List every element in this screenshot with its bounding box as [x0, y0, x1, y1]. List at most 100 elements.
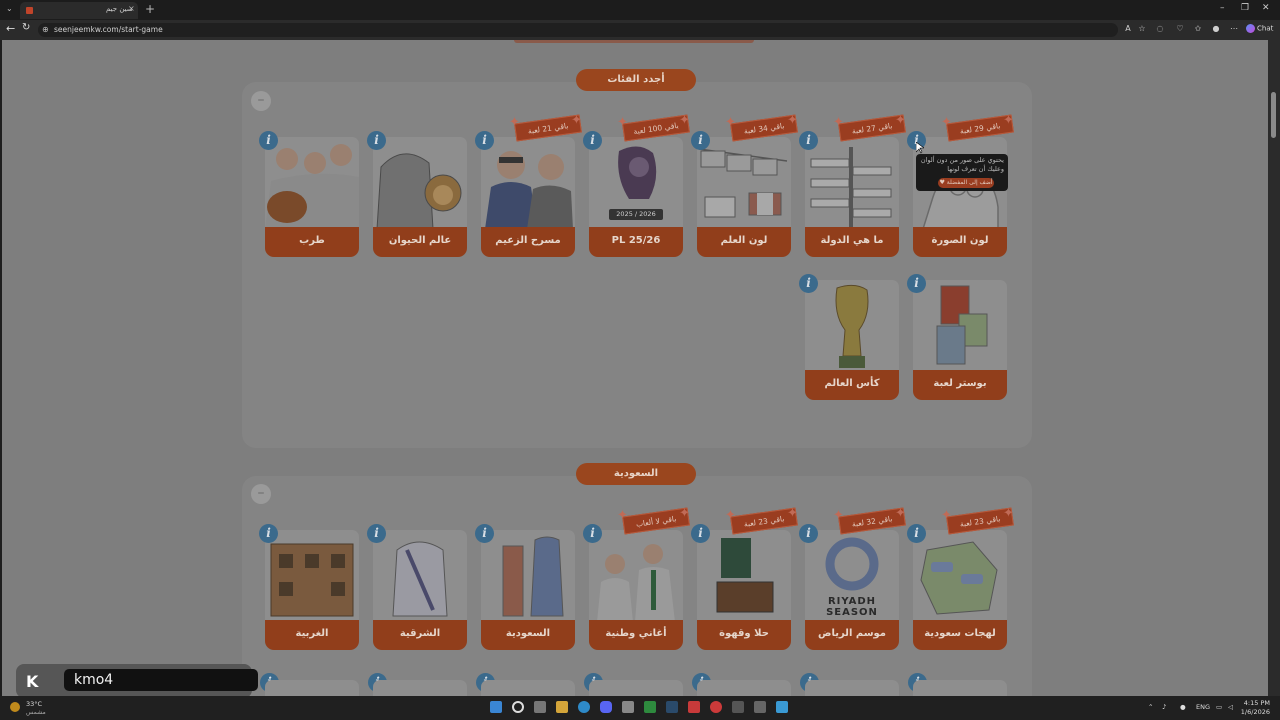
translate-icon[interactable]: A	[1122, 24, 1134, 36]
browser-essentials-icon[interactable]: ♡	[1174, 24, 1186, 36]
category-image	[589, 530, 683, 622]
category-card[interactable]: كأس العالم i	[799, 274, 899, 400]
info-icon[interactable]: i	[907, 524, 926, 543]
back-icon[interactable]: ←	[6, 22, 15, 35]
sparkle-icon: ✦	[787, 506, 798, 521]
system-clock[interactable]: 4:15 PM 1/6/2026	[1238, 699, 1270, 717]
sparkle-icon: ✦	[679, 113, 690, 128]
file-explorer-icon[interactable]	[556, 701, 568, 713]
profile-avatar-icon[interactable]: ●	[1210, 24, 1222, 36]
category-card[interactable]: 2025 / 2026 PL 25/26 i باقي 100 لعبة ✦ ✦	[583, 113, 690, 257]
category-card[interactable]: السعودية i	[475, 524, 575, 650]
category-card[interactable]: مسرح الزعيم i باقي 21 لعبة ✦ ✦	[475, 113, 582, 257]
category-card[interactable]	[589, 680, 683, 696]
category-label: أغاني وطنية	[589, 620, 683, 650]
app-icon[interactable]	[688, 701, 700, 713]
favorite-star-icon[interactable]: ☆	[1136, 24, 1148, 36]
sparkle-icon: ✦	[833, 115, 844, 130]
category-label: بوستر لعبة	[913, 370, 1007, 400]
category-card[interactable]: الغربية i	[259, 524, 359, 650]
info-icon[interactable]: i	[907, 274, 926, 293]
page-viewport[interactable]: أجدد الفئات – السعودية – لون الصورة i با…	[2, 40, 1268, 696]
info-icon[interactable]: i	[259, 131, 278, 150]
language-indicator[interactable]: ENG	[1196, 703, 1210, 711]
category-card[interactable]: الشرقية i	[367, 524, 467, 650]
task-view-icon[interactable]	[534, 701, 546, 713]
tab-list-chevron-icon[interactable]: ⌄	[6, 4, 13, 13]
add-to-favorites-button[interactable]: ♥ أضف إلى المفضلة	[938, 178, 994, 188]
more-menu-icon[interactable]: ⋯	[1228, 24, 1240, 36]
collapse-section-button[interactable]: –	[251, 484, 271, 504]
copilot-icon	[1246, 24, 1255, 33]
info-icon[interactable]: i	[583, 524, 602, 543]
info-icon[interactable]: i	[367, 524, 386, 543]
category-card[interactable]	[913, 680, 1007, 696]
category-card[interactable]: عالم الحيوان i	[367, 131, 467, 257]
category-card[interactable]: طرب i	[259, 131, 359, 257]
close-tab-icon[interactable]: ×	[128, 4, 135, 13]
app-icon[interactable]	[732, 701, 744, 713]
category-card[interactable]: لهجات سعودية i باقي 23 لعبة ✦ ✦	[907, 506, 1014, 650]
info-icon[interactable]: i	[475, 131, 494, 150]
app-icon[interactable]	[776, 701, 788, 713]
collapse-section-button[interactable]: –	[251, 91, 271, 111]
category-card[interactable]: أغاني وطنية i باقي لا ألعاب ✦ ✦	[583, 506, 690, 650]
riyadh-season-logo-text: RIYADH SEASON	[826, 596, 878, 618]
extensions-icon[interactable]: ◌	[1154, 24, 1166, 36]
info-icon[interactable]: i	[691, 524, 710, 543]
mouse-cursor-icon	[916, 142, 924, 154]
address-bar[interactable]: ⊕ seenjeemkw.com/start-game	[38, 23, 1118, 37]
chrome-icon[interactable]	[710, 701, 722, 713]
sparkle-icon: ✦	[725, 115, 736, 130]
close-window-icon[interactable]: ✕	[1262, 3, 1270, 13]
category-label: طرب	[265, 227, 359, 257]
steam-icon[interactable]	[666, 701, 678, 713]
info-icon[interactable]: i	[691, 131, 710, 150]
category-card[interactable]: ما هي الدولة i باقي 27 لعبة ✦ ✦	[799, 113, 906, 257]
discord-icon[interactable]	[600, 701, 612, 713]
category-card[interactable]	[481, 680, 575, 696]
edge-icon[interactable]	[578, 701, 590, 713]
tray-chevron-icon[interactable]: ⌃	[1148, 703, 1153, 711]
category-label: لون الصورة	[913, 227, 1007, 257]
scrollbar-thumb[interactable]	[1271, 92, 1276, 138]
tab-bar: ⌄ سين جيم × + – ❐ ✕	[0, 0, 1280, 20]
info-icon[interactable]: i	[799, 131, 818, 150]
info-icon[interactable]: i	[799, 524, 818, 543]
category-label: الشرقية	[373, 620, 467, 650]
app-icon[interactable]	[754, 701, 766, 713]
new-tab-button[interactable]: +	[145, 2, 155, 16]
info-icon[interactable]: i	[583, 131, 602, 150]
app-icon[interactable]	[622, 701, 634, 713]
network-icon[interactable]: ▭	[1216, 703, 1222, 711]
category-card[interactable]	[265, 680, 359, 696]
start-icon[interactable]	[490, 701, 502, 713]
info-icon[interactable]: i	[475, 524, 494, 543]
page-scrollbar[interactable]	[1268, 40, 1280, 696]
category-label: كأس العالم	[805, 370, 899, 400]
mic-icon[interactable]: ●	[1180, 703, 1186, 711]
restore-icon[interactable]: ❐	[1241, 3, 1249, 13]
reload-icon[interactable]: ↻	[22, 22, 30, 33]
info-icon[interactable]: i	[259, 524, 278, 543]
site-info-icon[interactable]: ⊕	[42, 25, 49, 34]
category-card[interactable]: حلا وقهوة i باقي 23 لعبة ✦ ✦	[691, 506, 798, 650]
category-card[interactable]	[373, 680, 467, 696]
minimize-icon[interactable]: –	[1220, 3, 1225, 13]
category-card[interactable]: لون العلم i باقي 34 لعبة ✦ ✦	[691, 113, 798, 257]
xbox-icon[interactable]	[644, 701, 656, 713]
copilot-chat-button[interactable]: Chat	[1246, 24, 1273, 33]
category-card[interactable]	[805, 680, 899, 696]
category-card[interactable]: بوستر لعبة i	[907, 274, 1007, 400]
sparkle-icon: ✦	[787, 113, 798, 128]
browser-tab[interactable]: سين جيم ×	[20, 2, 138, 19]
favorites-icon[interactable]: ✩	[1192, 24, 1204, 36]
speaker-icon[interactable]: ♪	[1162, 703, 1166, 711]
category-card[interactable]: RIYADH SEASON موسم الرياض i باقي 32 لعبة…	[799, 506, 906, 650]
sparkle-icon: ✦	[1003, 113, 1014, 128]
search-icon[interactable]	[512, 701, 524, 713]
category-card[interactable]	[697, 680, 791, 696]
info-icon[interactable]: i	[367, 131, 386, 150]
info-icon[interactable]: i	[799, 274, 818, 293]
volume-icon[interactable]: ◁	[1228, 703, 1233, 711]
